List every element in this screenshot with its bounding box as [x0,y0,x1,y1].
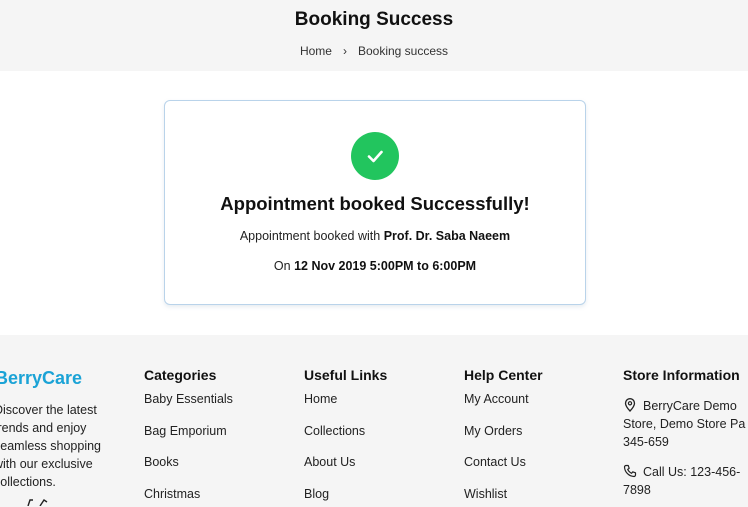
doctor-prefix: Appointment booked with [239,229,384,243]
appointment-date-line: On 12 Nov 2019 5:00PM to 6:00PM [165,259,585,273]
social-icons [14,498,54,507]
page-header: Booking Success Home › Booking success [0,0,748,71]
footer-link-christmas[interactable]: Christmas [144,487,233,507]
phone-icon [623,464,637,478]
date-prefix: On [273,259,295,273]
store-phone-text[interactable]: Call Us: 123-456-7898 [623,465,740,497]
doctor-name: Prof. Dr. Saba Naeem [383,229,511,243]
footer-link-books[interactable]: Books [144,455,233,487]
footer-link-baby-essentials[interactable]: Baby Essentials [144,392,233,424]
footer-link-about-us[interactable]: About Us [304,455,387,487]
check-circle-icon [351,132,399,180]
store-address-text: BerryCare Demo Store, Demo Store Pa 345-… [623,399,746,449]
footer: BerryCare Discover the latest trends and… [0,335,748,507]
breadcrumb-current: Booking success [357,44,449,58]
footer-help-center-title: Help Center [464,367,543,383]
footer-link-my-orders[interactable]: My Orders [464,424,543,456]
footer-link-home[interactable]: Home [304,392,387,424]
footer-store-information: Store Information BerryCare Demo Store, … [623,367,745,497]
footer-useful-links: Useful Links Home Collections About Us B… [304,367,387,507]
footer-brand-logo[interactable]: BerryCare [0,368,82,389]
location-pin-icon [623,398,637,412]
footer-link-collections[interactable]: Collections [304,424,387,456]
page: Booking Success Home › Booking success App… [0,0,748,507]
footer-help-center: Help Center My Account My Orders Contact… [464,367,543,507]
footer-store-information-title: Store Information [623,367,740,383]
footer-link-bag-emporium[interactable]: Bag Emporium [144,424,233,456]
doctor-line: Appointment booked with Prof. Dr. Saba N… [165,229,585,243]
success-title: Appointment booked Successfully! [220,193,530,214]
booking-success-card: Appointment booked Successfully! Appoint… [164,100,586,305]
breadcrumb-home-link[interactable]: Home [300,44,332,58]
store-address: BerryCare Demo Store, Demo Store Pa 345-… [623,397,748,451]
breadcrumb: Home › Booking success [0,44,748,58]
footer-brand-description: Discover the latest trends and enjoy sea… [0,403,102,489]
page-title: Booking Success [294,9,454,30]
footer-link-my-account[interactable]: My Account [464,392,543,424]
store-phone: Call Us: 123-456-7898 [623,463,748,499]
footer-link-wishlist[interactable]: Wishlist [464,487,543,507]
footer-categories-title: Categories [144,367,217,383]
footer-categories: Categories Baby Essentials Bag Emporium … [144,367,233,507]
breadcrumb-separator-icon: › [342,44,347,58]
footer-link-contact-us[interactable]: Contact Us [464,455,543,487]
footer-link-blog[interactable]: Blog [304,487,387,507]
appointment-date: 12 Nov 2019 5:00PM to 6:00PM [294,259,477,273]
footer-useful-links-title: Useful Links [304,367,388,383]
